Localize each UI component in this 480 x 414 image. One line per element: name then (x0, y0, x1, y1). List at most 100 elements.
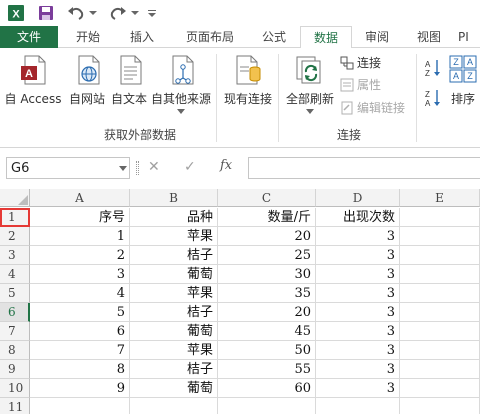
cell-b9[interactable]: 桔子 (130, 360, 218, 379)
tab-home[interactable]: 开始 (62, 26, 114, 48)
row-header-6[interactable]: 6 (0, 303, 30, 322)
cell-e8[interactable] (400, 341, 480, 360)
tab-page-layout[interactable]: 页面布局 (170, 26, 250, 48)
column-header-d[interactable]: D (316, 189, 400, 207)
cell-d1[interactable]: 出现次数 (316, 208, 400, 227)
tab-more[interactable]: PI (458, 26, 480, 48)
cell-d10[interactable]: 3 (316, 379, 400, 398)
cell-d4[interactable]: 3 (316, 265, 400, 284)
from-other-sources-button[interactable]: 自其他来源 (150, 54, 212, 114)
cell-e4[interactable] (400, 265, 480, 284)
redo-icon[interactable] (106, 3, 130, 23)
cell-a8[interactable]: 7 (30, 341, 130, 360)
cell-e5[interactable] (400, 284, 480, 303)
from-access-button[interactable]: A 自 Access (2, 54, 64, 107)
existing-connections-button[interactable]: 现有连接 (220, 54, 276, 107)
tab-view[interactable]: 视图 (404, 26, 454, 48)
cell-e9[interactable] (400, 360, 480, 379)
row-header-1[interactable]: 1 (0, 208, 30, 227)
cell-b11[interactable] (130, 398, 218, 414)
cell-a4[interactable]: 3 (30, 265, 130, 284)
cell-b8[interactable]: 苹果 (130, 341, 218, 360)
tab-formulas[interactable]: 公式 (250, 26, 298, 48)
cell-d6[interactable]: 3 (316, 303, 400, 322)
cell-b4[interactable]: 葡萄 (130, 265, 218, 284)
cell-e2[interactable] (400, 227, 480, 246)
formula-input[interactable] (248, 157, 480, 179)
cell-c6[interactable]: 20 (218, 303, 316, 322)
save-icon[interactable] (36, 3, 56, 23)
cell-a11[interactable] (30, 398, 130, 414)
cell-a1[interactable]: 序号 (30, 208, 130, 227)
cell-c2[interactable]: 20 (218, 227, 316, 246)
row-header-4[interactable]: 4 (0, 265, 30, 284)
name-box[interactable]: G6 (6, 157, 130, 179)
cell-d3[interactable]: 3 (316, 246, 400, 265)
cell-d2[interactable]: 3 (316, 227, 400, 246)
edit-links-button[interactable]: 编辑链接 (340, 99, 405, 116)
cell-b5[interactable]: 苹果 (130, 284, 218, 303)
from-web-button[interactable]: 自网站 (66, 54, 108, 107)
cell-e10[interactable] (400, 379, 480, 398)
column-header-c[interactable]: C (218, 189, 316, 207)
row-header-11[interactable]: 11 (0, 398, 30, 414)
cell-c7[interactable]: 45 (218, 322, 316, 341)
cell-b10[interactable]: 葡萄 (130, 379, 218, 398)
cell-e6[interactable] (400, 303, 480, 322)
column-header-e[interactable]: E (400, 189, 480, 207)
undo-dropdown-icon[interactable] (88, 3, 98, 23)
cell-b6[interactable]: 桔子 (130, 303, 218, 322)
column-header-b[interactable]: B (130, 189, 218, 207)
cell-c8[interactable]: 50 (218, 341, 316, 360)
sort-ascending-icon[interactable]: A Z (424, 58, 442, 81)
sort-button[interactable]: Z A A Z 排序 (446, 54, 480, 107)
redo-dropdown-icon[interactable] (130, 3, 140, 23)
cell-a2[interactable]: 1 (30, 227, 130, 246)
tab-data[interactable]: 数据 (300, 26, 352, 49)
row-header-5[interactable]: 5 (0, 284, 30, 303)
cell-c10[interactable]: 60 (218, 379, 316, 398)
cancel-icon[interactable]: ✕ (148, 159, 160, 175)
cell-c4[interactable]: 30 (218, 265, 316, 284)
cell-d11[interactable] (316, 398, 400, 414)
cell-b2[interactable]: 苹果 (130, 227, 218, 246)
formula-bar-grip[interactable] (136, 161, 139, 175)
enter-icon[interactable]: ✓ (184, 159, 196, 175)
properties-button[interactable]: 属性 (340, 76, 381, 93)
cell-d8[interactable]: 3 (316, 341, 400, 360)
cell-a9[interactable]: 8 (30, 360, 130, 379)
cell-a6[interactable]: 5 (30, 303, 130, 322)
connections-button[interactable]: 连接 (340, 54, 381, 71)
select-all-corner[interactable] (0, 189, 30, 207)
cell-a7[interactable]: 6 (30, 322, 130, 341)
customize-toolbar-icon[interactable] (146, 3, 158, 23)
cell-d5[interactable]: 3 (316, 284, 400, 303)
refresh-all-button[interactable]: 全部刷新 (282, 54, 338, 114)
cell-d9[interactable]: 3 (316, 360, 400, 379)
from-text-button[interactable]: 自文本 (108, 54, 150, 107)
cell-b7[interactable]: 葡萄 (130, 322, 218, 341)
cell-c1[interactable]: 数量/斤 (218, 208, 316, 227)
cell-b3[interactable]: 桔子 (130, 246, 218, 265)
cell-b1[interactable]: 品种 (130, 208, 218, 227)
undo-icon[interactable] (64, 3, 88, 23)
cell-e7[interactable] (400, 322, 480, 341)
cell-c11[interactable] (218, 398, 316, 414)
row-header-10[interactable]: 10 (0, 379, 30, 398)
cell-e3[interactable] (400, 246, 480, 265)
row-header-8[interactable]: 8 (0, 341, 30, 360)
column-header-a[interactable]: A (30, 189, 130, 207)
insert-function-icon[interactable]: fx (220, 158, 232, 173)
tab-file[interactable]: 文件 (0, 26, 58, 48)
cell-a5[interactable]: 4 (30, 284, 130, 303)
sort-descending-icon[interactable]: Z A (424, 88, 442, 111)
row-header-7[interactable]: 7 (0, 322, 30, 341)
cell-a10[interactable]: 9 (30, 379, 130, 398)
cell-c3[interactable]: 25 (218, 246, 316, 265)
cell-c9[interactable]: 55 (218, 360, 316, 379)
cell-e1[interactable] (400, 208, 480, 227)
tab-review[interactable]: 审阅 (352, 26, 402, 48)
cell-d7[interactable]: 3 (316, 322, 400, 341)
tab-insert[interactable]: 插入 (114, 26, 170, 48)
row-header-2[interactable]: 2 (0, 227, 30, 246)
